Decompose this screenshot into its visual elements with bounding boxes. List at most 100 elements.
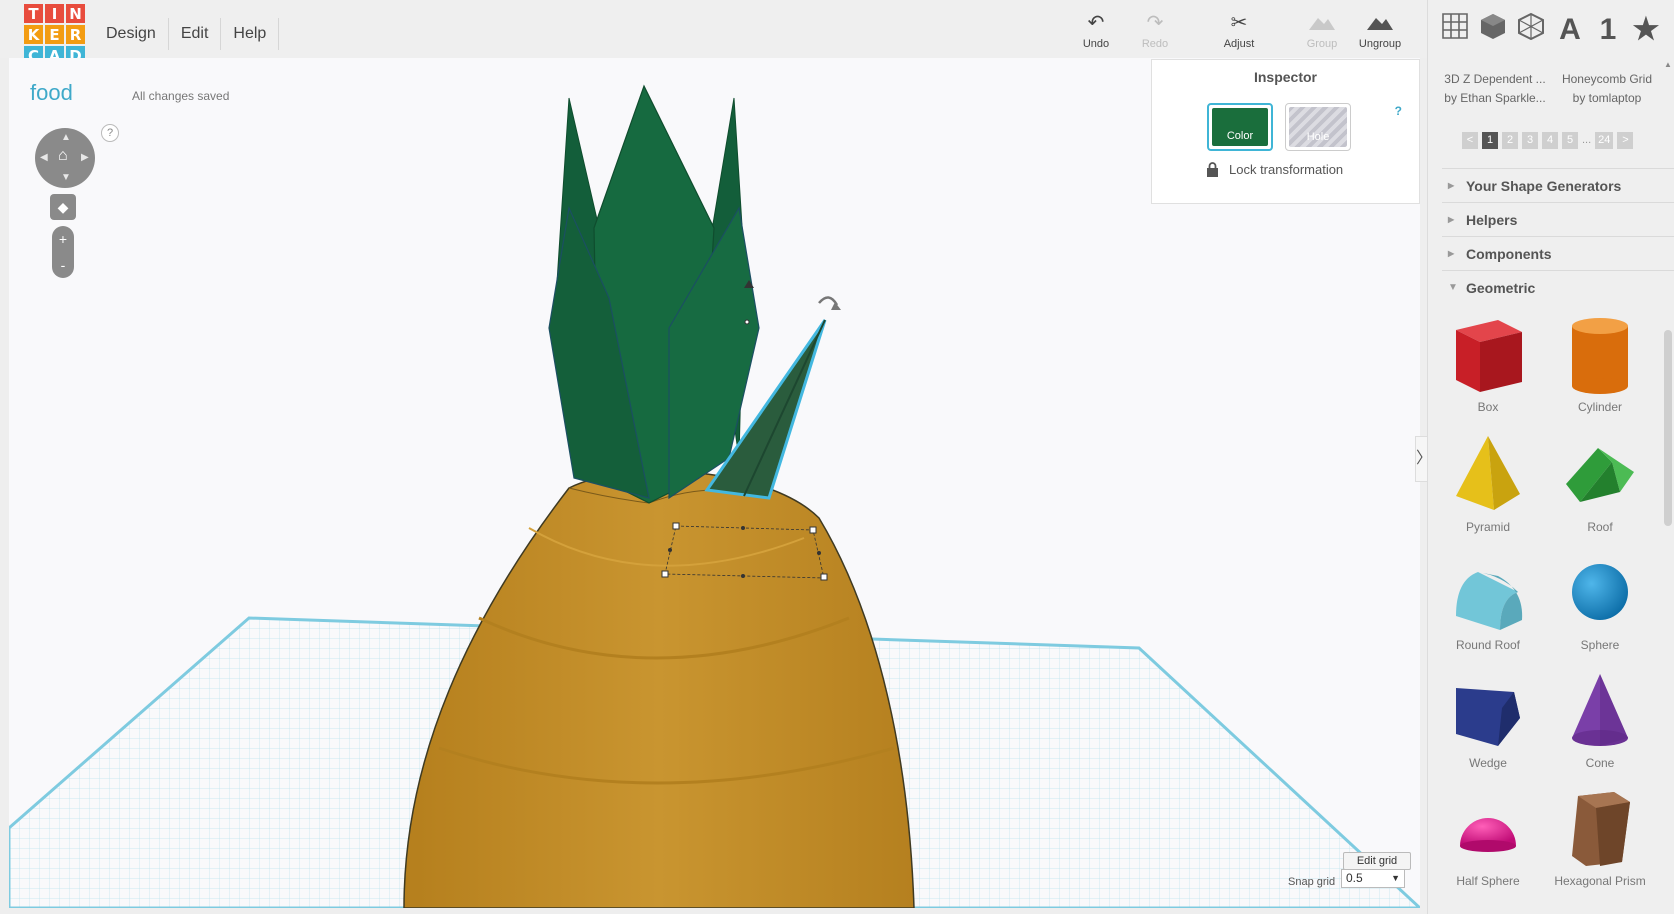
color-swatch[interactable]: Color: [1207, 103, 1273, 151]
lock-label: Lock transformation: [1229, 162, 1344, 177]
number-shapes-icon[interactable]: 1: [1590, 12, 1626, 48]
pager-next[interactable]: >: [1617, 132, 1634, 149]
pineapple-body[interactable]: [403, 470, 915, 908]
tinkercad-logo[interactable]: T I N K E R C A D: [24, 4, 86, 66]
chevron-right-icon: ▶: [1448, 181, 1455, 190]
orbit-down-icon[interactable]: ▼: [61, 172, 71, 183]
adjust-icon: ✂: [1230, 12, 1248, 34]
shape-half-sphere[interactable]: Half Sphere: [1432, 786, 1544, 904]
undo-button[interactable]: ↶ Undo: [1066, 12, 1126, 50]
scroll-up-icon[interactable]: ▲: [1664, 60, 1672, 69]
orbit-up-icon[interactable]: ▲: [61, 132, 71, 143]
chevron-down-icon: ▼: [1448, 282, 1458, 293]
logo-letter: T: [24, 4, 43, 23]
generator-item[interactable]: Honeycomb Grid by tomlaptop: [1552, 70, 1662, 108]
logo-letter: K: [24, 25, 43, 44]
menu-design[interactable]: Design: [94, 18, 169, 50]
pager-page[interactable]: 3: [1522, 132, 1538, 149]
logo-letter: N: [66, 4, 85, 23]
orbit-control[interactable]: ▲ ▼ ◀ ▶ ⌂: [35, 128, 95, 188]
zoom-out-button[interactable]: -: [52, 252, 74, 278]
section-your-shape-generators[interactable]: ▶ Your Shape Generators: [1442, 168, 1674, 202]
hole-label: Hole: [1289, 107, 1347, 147]
section-label: Your Shape Generators: [1466, 177, 1622, 194]
home-icon[interactable]: ⌂: [58, 147, 68, 165]
group-button[interactable]: Group: [1292, 12, 1352, 50]
cube-icon: ◆: [57, 199, 69, 215]
pager-prev[interactable]: <: [1462, 132, 1478, 149]
menu-edit[interactable]: Edit: [169, 18, 222, 50]
shape-cylinder[interactable]: Cylinder: [1544, 312, 1656, 430]
shape-label: Cylinder: [1577, 400, 1622, 414]
star-icon[interactable]: ★: [1628, 12, 1664, 48]
orbit-left-icon[interactable]: ◀: [40, 152, 48, 163]
group-icon: [1292, 12, 1352, 38]
pager-page[interactable]: 24: [1595, 132, 1614, 149]
zoom-in-button[interactable]: +: [52, 226, 74, 252]
section-label: Geometric: [1466, 279, 1536, 296]
shape-label: Wedge: [1469, 756, 1507, 770]
shape-label: Hexagonal Prism: [1554, 874, 1646, 888]
shape-sphere[interactable]: Sphere: [1544, 550, 1656, 668]
orbit-right-icon[interactable]: ▶: [81, 152, 89, 163]
redo-label: Redo: [1141, 38, 1169, 50]
generator-author: by Ethan Sparkle...: [1444, 91, 1546, 105]
shape-label: Roof: [1587, 520, 1613, 534]
section-helpers[interactable]: ▶ Helpers: [1442, 202, 1674, 236]
shape-pyramid[interactable]: Pyramid: [1432, 432, 1544, 550]
generator-pager: < 1 2 3 4 5 ... 24 >: [1462, 132, 1634, 149]
adjust-button[interactable]: ✂ Adjust: [1209, 12, 1269, 50]
section-components[interactable]: ▶ Components: [1442, 236, 1674, 270]
pager-ellipsis: ...: [1582, 134, 1592, 146]
shape-hexagonal-prism[interactable]: Hexagonal Prism: [1544, 786, 1656, 904]
inspector-help-icon[interactable]: ?: [1395, 104, 1402, 118]
shape-label: Box: [1477, 400, 1499, 414]
snap-grid-select[interactable]: 0.5 ▼: [1341, 869, 1405, 888]
logo-letter: E: [45, 25, 64, 44]
shape-roof[interactable]: Roof: [1544, 432, 1656, 550]
section-label: Helpers: [1466, 211, 1518, 228]
half-sphere-icon: [1460, 818, 1516, 852]
perspective-toggle[interactable]: ◆: [50, 194, 76, 220]
grid-view-icon[interactable]: [1437, 12, 1473, 48]
round-roof-icon: [1456, 572, 1523, 630]
group-label: Group: [1306, 38, 1338, 50]
pager-page[interactable]: 1: [1482, 132, 1498, 149]
shapes-panel: 3D Z Dependent ... by Ethan Sparkle... H…: [1428, 58, 1674, 914]
generator-title: 3D Z Dependent ...: [1444, 72, 1546, 86]
main-menu: Design Edit Help: [94, 18, 280, 50]
undo-icon: ↶: [1087, 12, 1105, 34]
wireframe-view-icon[interactable]: [1513, 12, 1549, 48]
panel-scrollbar[interactable]: [1664, 330, 1672, 526]
shape-cone[interactable]: Cone: [1544, 668, 1656, 786]
inspector-panel: Inspector Color Hole ? Lock transformati…: [1151, 59, 1420, 204]
color-label: Color: [1212, 108, 1268, 146]
view-help-icon[interactable]: ?: [101, 124, 119, 142]
menu-help[interactable]: Help: [221, 18, 280, 50]
shape-label: Round Roof: [1455, 638, 1521, 652]
redo-button[interactable]: ↷ Redo: [1125, 12, 1185, 50]
solid-view-icon[interactable]: [1475, 12, 1511, 48]
pyramid-icon: [1456, 436, 1520, 510]
chevron-right-icon: ▶: [1448, 249, 1455, 258]
design-title[interactable]: food: [30, 80, 73, 106]
ungroup-button[interactable]: Ungroup: [1350, 12, 1410, 50]
pager-page[interactable]: 5: [1562, 132, 1578, 149]
text-shapes-icon[interactable]: A: [1552, 12, 1588, 48]
shape-label: Cone: [1585, 756, 1615, 770]
pager-page[interactable]: 4: [1542, 132, 1558, 149]
section-geometric[interactable]: ▼ Geometric: [1442, 270, 1674, 304]
zoom-control: + -: [52, 226, 74, 278]
edit-grid-button[interactable]: Edit grid: [1343, 852, 1411, 870]
hole-swatch[interactable]: Hole: [1285, 103, 1351, 151]
shape-wedge[interactable]: Wedge: [1432, 668, 1544, 786]
lock-transformation[interactable]: Lock transformation: [1206, 162, 1343, 177]
pager-page[interactable]: 2: [1502, 132, 1518, 149]
lock-icon: [1207, 162, 1218, 177]
generator-item[interactable]: 3D Z Dependent ... by Ethan Sparkle...: [1440, 70, 1550, 108]
shape-box[interactable]: Box: [1432, 312, 1544, 430]
shape-round-roof[interactable]: Round Roof: [1432, 550, 1544, 668]
shape-label: Sphere: [1580, 638, 1620, 652]
inspector-title: Inspector: [1253, 69, 1317, 85]
generator-author: by tomlaptop: [1572, 91, 1642, 105]
